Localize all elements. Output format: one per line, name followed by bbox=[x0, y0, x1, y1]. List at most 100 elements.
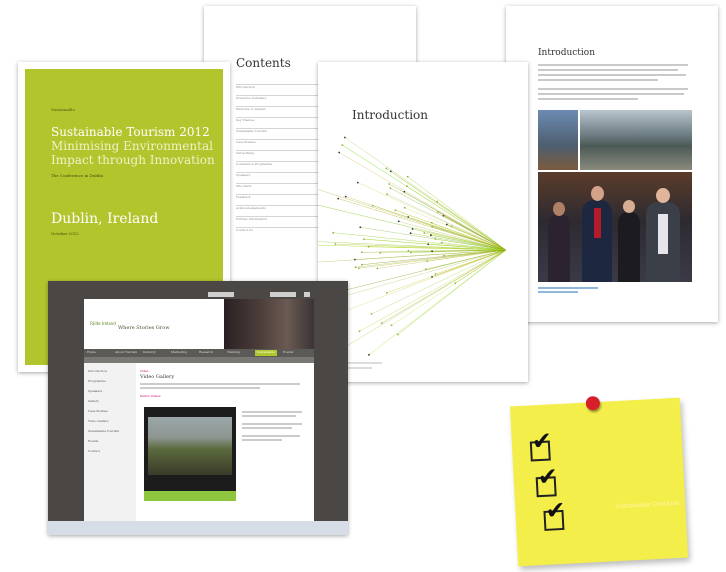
nav-item[interactable]: Sustainable bbox=[255, 350, 277, 356]
sidebar-item[interactable]: Programme bbox=[88, 379, 106, 385]
burst-dot bbox=[406, 185, 408, 187]
sidebar-item[interactable]: Video Gallery bbox=[88, 419, 109, 425]
video-player[interactable] bbox=[144, 407, 236, 501]
cover-place: Dublin, Ireland bbox=[51, 211, 159, 227]
push-pin-icon bbox=[585, 395, 601, 411]
burst-line bbox=[359, 249, 507, 332]
text-line bbox=[538, 93, 684, 95]
text-line bbox=[140, 383, 300, 385]
burst-dot bbox=[357, 267, 360, 270]
shirt bbox=[658, 214, 668, 254]
search-input[interactable] bbox=[208, 292, 234, 297]
burst-dot bbox=[344, 136, 346, 139]
checkmark-icon: ✔ bbox=[536, 462, 559, 492]
text-line bbox=[538, 98, 638, 100]
burst-dot bbox=[359, 226, 362, 229]
text-line bbox=[242, 439, 282, 441]
burst-dot bbox=[390, 324, 393, 327]
checkmark-icon: ✔ bbox=[544, 495, 567, 525]
video-controls[interactable] bbox=[144, 491, 236, 501]
video-thumbnail[interactable] bbox=[148, 417, 232, 475]
dublin-aerial-photo bbox=[580, 110, 692, 170]
burst-dot bbox=[409, 232, 412, 235]
burst-dot bbox=[368, 353, 370, 356]
main-nav: Home About Tourism Industry Marketing Resear… bbox=[84, 349, 314, 357]
burst-dot bbox=[361, 263, 363, 266]
contents-heading: Contents bbox=[236, 56, 291, 70]
burst-dot bbox=[363, 238, 365, 240]
section-link[interactable]: Dublin Videos bbox=[140, 394, 161, 398]
burst-dot bbox=[430, 221, 433, 224]
group-photo bbox=[538, 172, 692, 282]
burst-dot bbox=[358, 330, 361, 333]
burst-dot bbox=[426, 260, 429, 262]
site-tagline: Where Stories Grow bbox=[118, 325, 170, 331]
caption-line bbox=[538, 287, 598, 289]
text-line bbox=[242, 411, 302, 413]
burst-dot bbox=[394, 209, 397, 212]
nav-item[interactable]: Events bbox=[283, 350, 293, 356]
burst-dot bbox=[434, 238, 437, 240]
burst-dot bbox=[332, 231, 335, 234]
burst-dot bbox=[403, 206, 406, 209]
sidebar-item[interactable]: Introduction bbox=[88, 369, 107, 375]
burst-dot bbox=[442, 254, 445, 257]
nav-item[interactable]: Training bbox=[227, 350, 240, 356]
burst-dot bbox=[354, 266, 357, 269]
note-faint-text: Sustainable Checklist bbox=[615, 499, 680, 511]
burst-dot bbox=[334, 243, 337, 245]
text-line bbox=[242, 427, 292, 429]
text-line bbox=[538, 79, 658, 81]
church-photo bbox=[538, 110, 578, 170]
radiating-lines-graphic bbox=[318, 136, 507, 356]
cover-date: October 2012 bbox=[51, 231, 79, 236]
sidebar-item[interactable]: Gallery bbox=[88, 399, 99, 405]
site-logo[interactable]: Fáilte Ireland bbox=[90, 321, 116, 326]
nav-item[interactable]: About Tourism bbox=[115, 350, 137, 356]
cover-subtitle: Minimising Environmental Impact through … bbox=[51, 139, 215, 167]
cover-kicker: Sustainable bbox=[51, 107, 75, 112]
person-face bbox=[623, 200, 635, 213]
nav-item[interactable]: Industry bbox=[143, 350, 156, 356]
nav-item[interactable]: Marketing bbox=[171, 350, 187, 356]
text-line bbox=[538, 88, 688, 90]
burst-dot bbox=[406, 175, 409, 178]
sidebar-item[interactable]: Contact bbox=[88, 449, 100, 455]
language-select[interactable] bbox=[270, 292, 296, 297]
person bbox=[548, 214, 570, 282]
sidebar-item[interactable]: Case Studies bbox=[88, 409, 108, 415]
burst-dot bbox=[389, 187, 392, 190]
caption-line bbox=[538, 291, 578, 293]
nav-item[interactable]: Research bbox=[199, 350, 213, 356]
text-line bbox=[140, 387, 260, 389]
site-header: Fáilte Ireland Where Stories Grow bbox=[84, 299, 224, 349]
burst-line bbox=[346, 249, 507, 291]
tie bbox=[594, 208, 601, 238]
burst-dot bbox=[440, 241, 443, 244]
burst-dot bbox=[437, 211, 439, 213]
burst-dot bbox=[367, 245, 370, 248]
burst-line bbox=[338, 198, 507, 251]
sidebar-item[interactable]: Events bbox=[88, 439, 98, 445]
go-button[interactable] bbox=[304, 292, 310, 297]
burst-dot bbox=[379, 252, 382, 254]
person-face bbox=[591, 186, 604, 201]
sidebar-item[interactable]: Sustainable Tourism bbox=[88, 429, 119, 435]
burst-dot bbox=[396, 333, 399, 336]
right-page-heading: Introduction bbox=[538, 48, 595, 58]
sidebar-item[interactable]: Speakers bbox=[88, 389, 102, 395]
burst-dot bbox=[361, 251, 363, 254]
cover-title: Sustainable Tourism 2012 bbox=[51, 125, 210, 139]
site-content: Video Video Gallery Dublin Videos bbox=[140, 363, 310, 531]
person-face bbox=[656, 188, 670, 203]
website-page: Fáilte Ireland Where Stories Grow Home Ab… bbox=[84, 299, 314, 531]
burst-dot bbox=[344, 195, 347, 198]
text-line bbox=[242, 435, 300, 437]
nav-item[interactable]: Home bbox=[87, 350, 96, 356]
burst-dot bbox=[431, 250, 433, 253]
burst-dot bbox=[385, 292, 388, 294]
burst-dot bbox=[407, 249, 410, 252]
burst-line bbox=[357, 182, 507, 251]
burst-dot bbox=[356, 181, 359, 184]
header-photo bbox=[224, 299, 314, 349]
